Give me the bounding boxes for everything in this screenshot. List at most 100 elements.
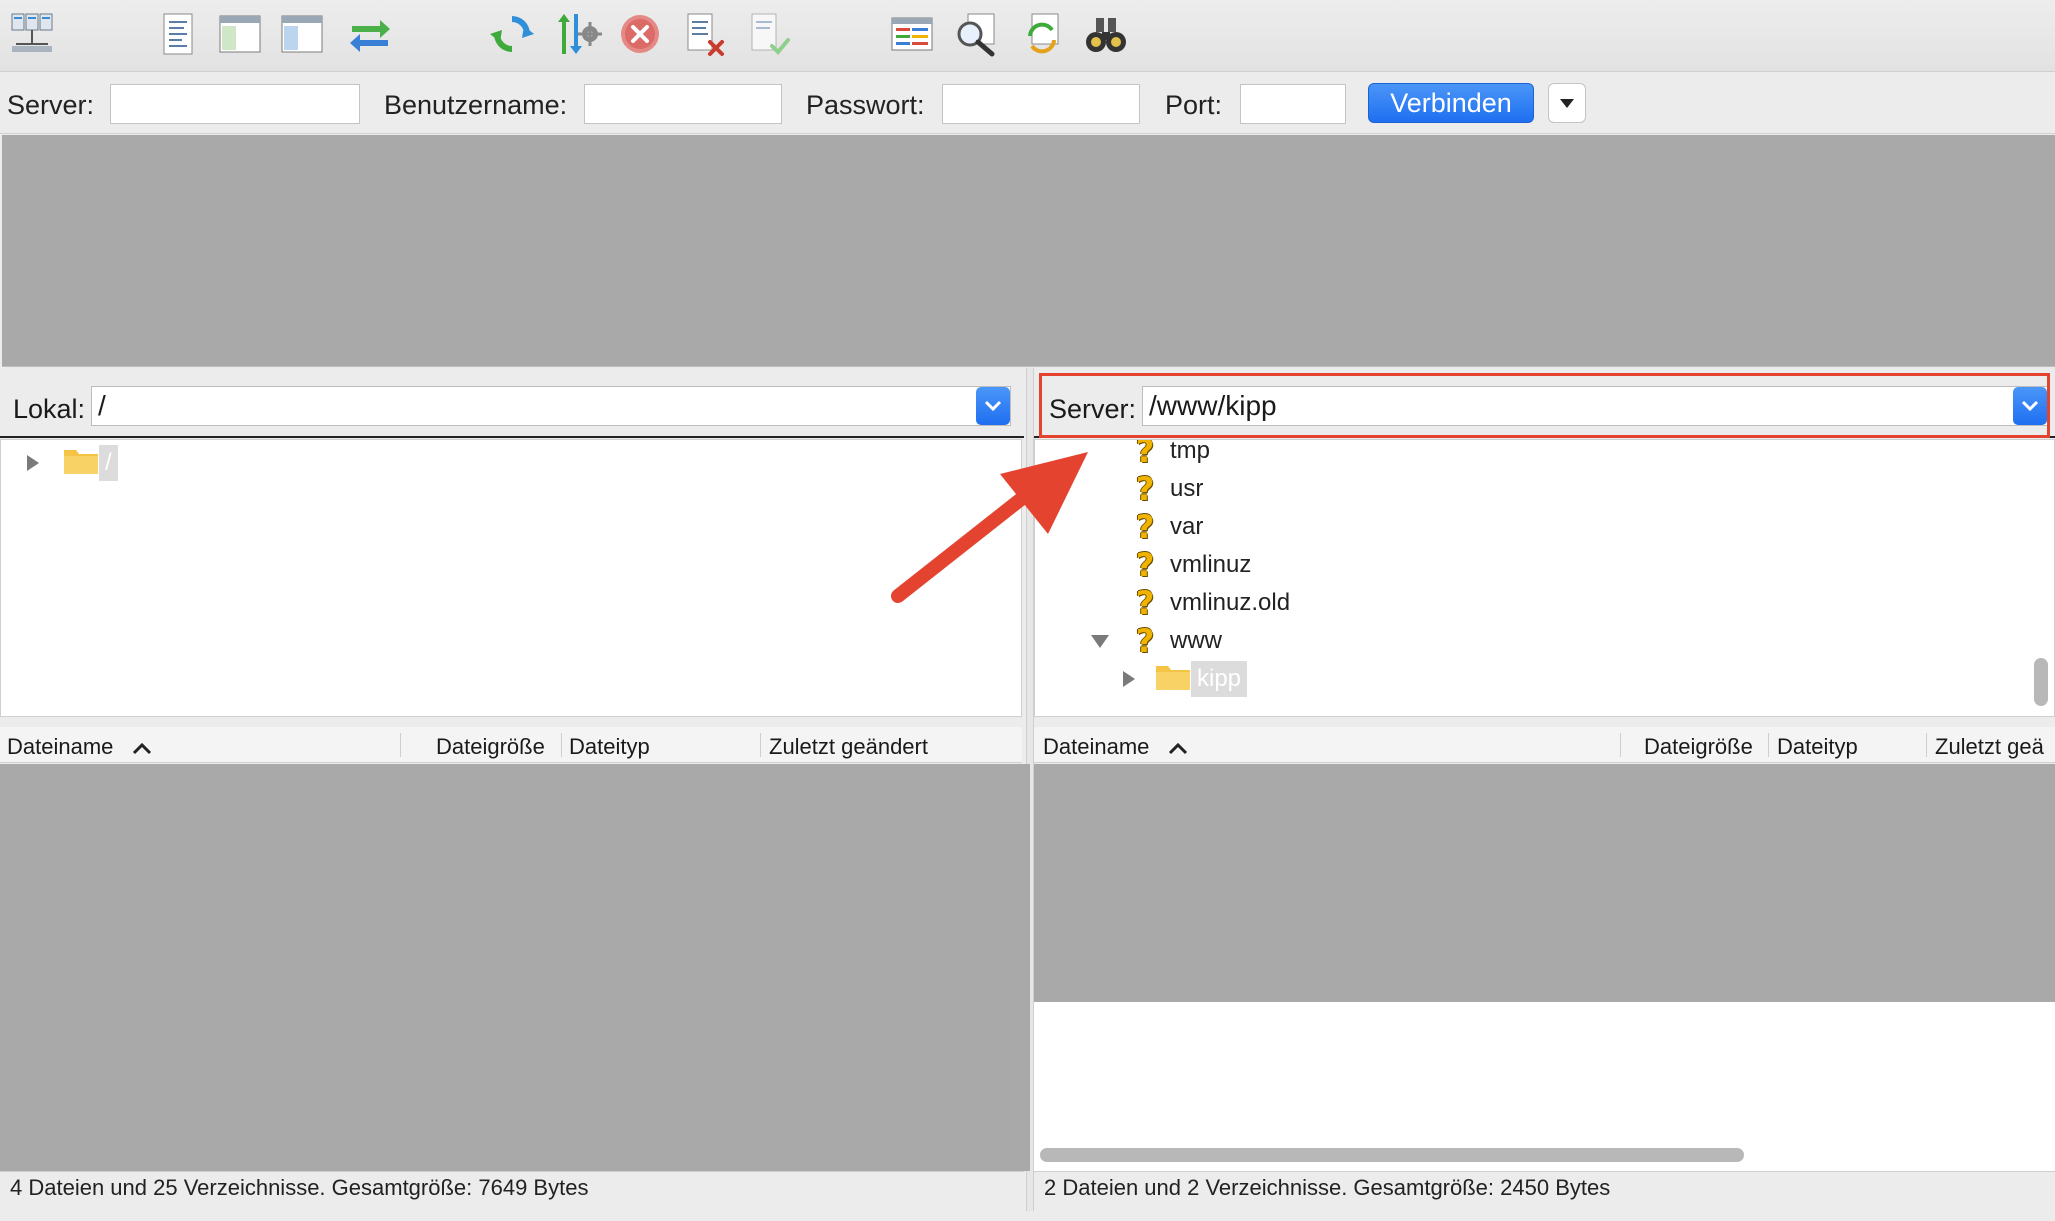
tree-item-kipp[interactable]: kipp bbox=[1123, 660, 1248, 698]
document-icon bbox=[163, 13, 193, 55]
column-filesize[interactable]: Dateigröße bbox=[1644, 734, 1753, 760]
search-files-button[interactable] bbox=[1080, 8, 1132, 60]
window-right-pane-icon bbox=[281, 15, 323, 53]
column-filetype[interactable]: Dateityp bbox=[569, 734, 650, 760]
remote-tree-scrollbar[interactable] bbox=[2034, 658, 2048, 706]
message-log-toggle[interactable] bbox=[152, 8, 204, 60]
unknown-icon: ? bbox=[1135, 622, 1155, 660]
quickconnect-bar: Server: Benutzername: Passwort: Port: Ve… bbox=[0, 72, 2055, 134]
expand-arrow-icon[interactable] bbox=[27, 455, 39, 471]
local-path-bar: Lokal: / bbox=[0, 368, 1024, 438]
reconnect-button[interactable] bbox=[742, 8, 794, 60]
site-manager-icon bbox=[11, 13, 53, 52]
tree-item-label: kipp bbox=[1191, 661, 1248, 697]
window-left-pane-icon bbox=[219, 15, 261, 53]
unknown-icon: ? bbox=[1135, 470, 1155, 508]
tree-item-var[interactable]: ? var bbox=[1130, 508, 1204, 546]
tree-item-label: var bbox=[1170, 513, 1204, 540]
tree-item-www[interactable]: ? www bbox=[1091, 622, 1222, 660]
port-label: Port: bbox=[1165, 90, 1223, 120]
unknown-icon: ? bbox=[1135, 508, 1155, 546]
remote-path-dropdown-button[interactable] bbox=[2013, 387, 2047, 425]
local-file-list-header: Dateiname Dateigröße Dateityp Zuletzt ge… bbox=[0, 727, 1022, 763]
remote-path-combobox[interactable]: /www/kipp bbox=[1142, 386, 2048, 426]
filter-list-icon bbox=[891, 17, 933, 51]
tree-item-label: tmp bbox=[1170, 439, 1211, 464]
remote-status-text: 2 Dateien und 2 Verzeichnisse. Gesamtgrö… bbox=[1034, 1171, 2055, 1211]
tree-item-label: vmlinuz.old bbox=[1170, 589, 1291, 616]
port-input[interactable] bbox=[1240, 84, 1346, 124]
site-manager-button[interactable] bbox=[6, 8, 58, 60]
collapse-arrow-icon[interactable] bbox=[1091, 634, 1109, 648]
tree-item-vmlinuz[interactable]: ? vmlinuz bbox=[1130, 546, 1252, 584]
local-directory-tree[interactable]: / bbox=[0, 439, 1022, 717]
tree-item-label: usr bbox=[1170, 475, 1204, 502]
username-label: Benutzername: bbox=[384, 90, 568, 120]
remote-directory-tree[interactable]: ? tmp ? usr ? var ? vmlinuz ? vmlinuz.ol… bbox=[1034, 439, 2055, 717]
process-queue-button[interactable] bbox=[552, 8, 604, 60]
password-input[interactable] bbox=[942, 84, 1140, 124]
directory-listing-filter-button[interactable] bbox=[886, 8, 938, 60]
compare-directories-button[interactable] bbox=[950, 8, 1002, 60]
local-path-label: Lokal: bbox=[13, 394, 86, 424]
tree-item-label: www bbox=[1170, 627, 1222, 654]
local-file-list[interactable] bbox=[0, 764, 1030, 1171]
cancel-operation-button[interactable] bbox=[614, 8, 666, 60]
quickconnect-history-dropdown[interactable] bbox=[1548, 83, 1586, 123]
local-path-combobox[interactable]: / bbox=[91, 386, 1011, 426]
local-path-value: / bbox=[98, 390, 106, 421]
tree-item-label: vmlinuz bbox=[1170, 551, 1252, 578]
column-filesize[interactable]: Dateigröße bbox=[436, 734, 545, 760]
column-filetype[interactable]: Dateityp bbox=[1777, 734, 1858, 760]
remote-file-list-header: Dateiname Dateigröße Dateityp Zuletzt ge… bbox=[1034, 727, 2055, 763]
disconnect-icon bbox=[687, 13, 724, 56]
unknown-icon: ? bbox=[1135, 584, 1155, 622]
remote-file-list-empty-area[interactable] bbox=[1034, 1002, 2055, 1171]
refresh-button[interactable] bbox=[486, 8, 538, 60]
chevron-down-icon bbox=[1560, 98, 1574, 108]
server-label: Server: bbox=[7, 90, 95, 120]
tree-item-usr[interactable]: ? usr bbox=[1130, 470, 1204, 508]
username-input[interactable] bbox=[584, 84, 782, 124]
local-tree-toggle[interactable] bbox=[214, 8, 266, 60]
chevron-down-icon bbox=[984, 400, 1002, 412]
folder-icon bbox=[1155, 661, 1191, 698]
unknown-icon: ? bbox=[1135, 439, 1155, 470]
sync-browse-icon bbox=[1028, 13, 1059, 54]
expand-arrow-icon[interactable] bbox=[1123, 671, 1135, 687]
disconnect-button[interactable] bbox=[678, 8, 730, 60]
server-input[interactable] bbox=[110, 84, 360, 124]
local-status-text: 4 Dateien und 25 Verzeichnisse. Gesamtgr… bbox=[0, 1171, 1024, 1211]
remote-path-bar: Server: /www/kipp bbox=[1034, 368, 2055, 438]
password-label: Passwort: bbox=[806, 90, 925, 120]
main-toolbar bbox=[0, 0, 2055, 72]
local-path-dropdown-button[interactable] bbox=[976, 387, 1010, 425]
tree-item-tmp[interactable]: ? tmp bbox=[1130, 439, 1211, 470]
tree-item-root[interactable]: / bbox=[27, 444, 118, 482]
remote-path-value: /www/kipp bbox=[1149, 390, 1277, 421]
cancel-icon bbox=[621, 15, 659, 53]
column-filename[interactable]: Dateiname bbox=[1043, 734, 1188, 761]
synchronized-browsing-button[interactable] bbox=[1016, 8, 1068, 60]
folder-icon bbox=[63, 445, 99, 482]
queue-settings-icon bbox=[558, 14, 602, 54]
reconnect-icon bbox=[751, 13, 790, 55]
transfer-queue-toggle[interactable] bbox=[344, 8, 396, 60]
remote-file-list[interactable] bbox=[1034, 764, 2055, 1002]
column-filename[interactable]: Dateiname bbox=[7, 734, 152, 761]
tree-item-vmlinuz-old[interactable]: ? vmlinuz.old bbox=[1130, 584, 1290, 622]
connect-button[interactable]: Verbinden bbox=[1368, 83, 1534, 123]
sort-ascending-icon bbox=[1168, 735, 1188, 761]
binoculars-icon bbox=[1086, 18, 1126, 52]
column-last-modified[interactable]: Zuletzt geä bbox=[1935, 734, 2044, 760]
remote-list-horizontal-scrollbar[interactable] bbox=[1040, 1148, 1744, 1162]
message-log[interactable] bbox=[2, 135, 2055, 367]
magnifier-icon bbox=[957, 13, 995, 57]
sort-ascending-icon bbox=[132, 735, 152, 761]
tree-item-label: / bbox=[99, 445, 118, 481]
transfer-arrows-icon bbox=[350, 20, 390, 52]
chevron-down-icon bbox=[2021, 400, 2039, 412]
remote-tree-toggle[interactable] bbox=[276, 8, 328, 60]
column-last-modified[interactable]: Zuletzt geändert bbox=[769, 734, 928, 760]
refresh-icon bbox=[490, 16, 534, 52]
